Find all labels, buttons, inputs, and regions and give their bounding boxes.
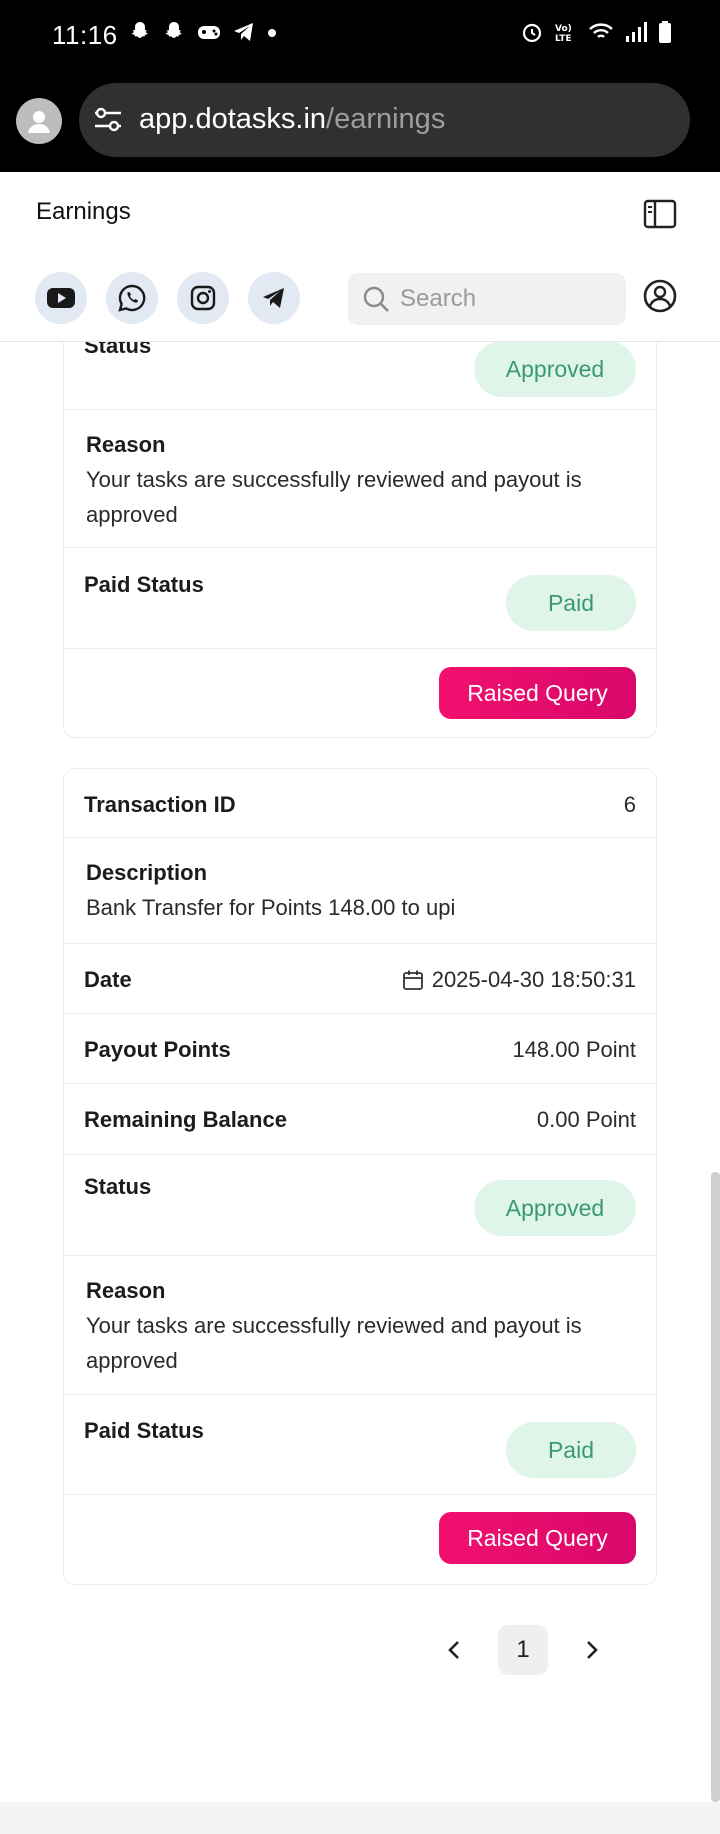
battery-icon [659,21,671,43]
whatsapp-icon [118,284,146,312]
youtube-icon [47,288,75,308]
paid-badge: Paid [506,1422,636,1478]
signal-icon [626,22,647,42]
site-settings-icon [95,107,121,132]
status-bar: 11:16 Vo) LTE [0,0,720,72]
payout-points-value: 148.00 Point [512,1037,636,1062]
telegram-icon [234,23,253,41]
app-header: Earnings [0,172,720,342]
previous-page-button[interactable] [430,1625,480,1675]
date-value: 2025-04-30 18:50:31 [431,967,636,992]
transaction-id-value: 6 [623,792,636,817]
search-box[interactable] [348,273,626,325]
date-label: Date [84,967,132,992]
reason-row: Reason Your tasks are successfully revie… [64,410,656,548]
whatsapp-button[interactable] [106,272,158,324]
notification-icons [128,20,278,44]
browser-toolbar: app.dotasks.in/earnings [0,72,720,172]
paid-status-row: Paid Status Paid [64,1395,656,1495]
raised-query-button[interactable]: Raised Query [439,667,636,719]
reason-text: Your tasks are successfully reviewed and… [86,1313,582,1373]
user-profile-icon[interactable] [643,279,677,313]
reason-label: Reason [86,432,166,457]
pagination: 1 [430,1625,616,1675]
reason-row: Reason Your tasks are successfully revie… [64,1256,656,1395]
snapchat-icon [131,22,148,38]
status-time: 11:16 [52,20,118,50]
paid-status-label: Paid Status [84,572,204,597]
paid-status-label: Paid Status [84,1418,204,1443]
volte-icon: Vo)LTE [555,24,572,44]
telegram-button[interactable] [248,272,300,324]
dot-icon [268,29,276,37]
calendar-icon [402,970,423,990]
youtube-button[interactable] [35,272,87,324]
payout-points-row: Payout Points 148.00 Point [64,1014,656,1084]
description-label: Description [86,860,208,885]
date-value-wrap: 2025-04-30 18:50:31 [402,967,636,993]
svg-text:LTE: LTE [555,34,572,44]
url-text[interactable]: app.dotasks.in/earnings [139,103,445,136]
wifi-icon [589,23,613,38]
url-path: /earnings [326,103,446,135]
url-host: app.dotasks.in [139,103,327,135]
scrollbar[interactable] [711,1172,720,1802]
reason-label: Reason [86,1278,166,1303]
date-row: Date 2025-04-30 18:50:31 [64,944,656,1014]
paid-status-row: Paid Status Paid [64,548,656,649]
status-row: Status Approved [64,1155,656,1256]
game-controller-icon [198,26,220,39]
svg-text:Vo): Vo) [555,24,572,34]
chevron-left-icon [448,1641,459,1659]
transaction-card: Transaction ID 6 Description Bank Transf… [63,768,657,1585]
alarm-icon [522,23,542,43]
footer-strip [0,1802,720,1834]
page-title: Earnings [36,198,131,225]
snapchat-icon [165,22,182,38]
chevron-right-icon [587,1641,598,1659]
status-label: Status [84,1174,152,1199]
actions-row: Raised Query [64,1495,656,1583]
status-label: Status [84,342,152,358]
remaining-balance-label: Remaining Balance [84,1107,287,1132]
transaction-card: Status Approved Reason Your tasks are su… [63,342,657,738]
telegram-icon [263,288,284,308]
next-page-button[interactable] [566,1625,616,1675]
paid-badge: Paid [506,575,636,631]
description-row: Description Bank Transfer for Points 148… [64,838,656,944]
status-badge: Approved [474,342,636,397]
instagram-icon [190,285,216,311]
description-text: Bank Transfer for Points 148.00 to upi [86,895,456,920]
page-number[interactable]: 1 [498,1625,548,1675]
system-icons: Vo) LTE [520,20,674,44]
transaction-id-label: Transaction ID [84,792,236,817]
sidebar-toggle-icon[interactable] [642,196,678,232]
remaining-balance-value: 0.00 Point [536,1107,636,1132]
remaining-balance-row: Remaining Balance 0.00 Point [64,1084,656,1155]
address-bar[interactable]: app.dotasks.in/earnings [79,83,690,157]
search-icon [363,286,389,312]
raised-query-button[interactable]: Raised Query [439,1512,636,1564]
status-row: Status Approved [64,342,656,410]
person-icon [28,111,50,133]
reason-text: Your tasks are successfully reviewed and… [86,467,582,527]
browser-profile-avatar[interactable] [16,98,62,144]
earnings-list[interactable]: Status Approved Reason Your tasks are su… [0,342,720,1802]
instagram-button[interactable] [177,272,229,324]
status-badge: Approved [474,1180,636,1236]
search-input[interactable] [400,283,610,315]
payout-points-label: Payout Points [84,1037,231,1062]
actions-row: Raised Query [64,649,656,737]
transaction-id-row: Transaction ID 6 [64,769,656,838]
